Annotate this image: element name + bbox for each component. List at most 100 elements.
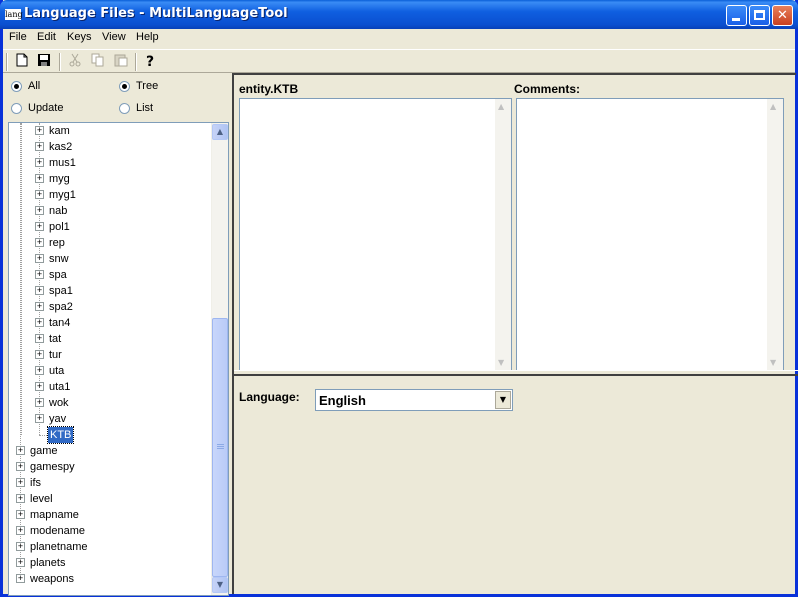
expand-icon[interactable]: + [35,286,44,295]
tree-child-item[interactable]: + kas2 [9,139,209,155]
expand-icon[interactable]: + [35,366,44,375]
radio-all[interactable]: All [11,80,40,92]
expand-icon[interactable]: + [16,494,25,503]
tree-item-label: modename [30,525,86,537]
expand-icon[interactable]: + [35,206,44,215]
new-file-icon[interactable] [13,53,31,71]
expand-icon[interactable]: + [16,462,25,471]
expand-icon[interactable]: + [35,302,44,311]
maximize-button[interactable] [749,5,770,26]
expand-icon[interactable]: + [16,478,25,487]
tree-root-item[interactable]: + level [9,491,209,507]
expand-icon[interactable]: + [16,542,25,551]
radio-list-indicator[interactable] [119,102,130,114]
menu-file[interactable]: File [9,31,27,43]
radio-all-indicator[interactable] [11,80,22,92]
tree-child-item[interactable]: + yav [9,411,209,427]
tree-child-item[interactable]: + nab [9,203,209,219]
minimize-button[interactable] [726,5,747,26]
expand-icon[interactable]: + [16,446,25,455]
cut-icon[interactable] [66,53,84,71]
radio-update-indicator[interactable] [11,102,22,114]
panel-splitter[interactable] [234,370,798,376]
expand-icon[interactable]: + [16,510,25,519]
language-dropdown[interactable]: English ▼ [315,389,513,411]
tree-child-item[interactable]: + tur [9,347,209,363]
tree-child-item[interactable]: + snw [9,251,209,267]
expand-icon[interactable]: + [16,526,25,535]
tree-root-item[interactable]: + weapons [9,571,209,587]
help-icon[interactable]: ? [141,53,159,71]
paste-icon[interactable] [112,53,130,71]
tree-item-label: myg [49,173,70,185]
left-panel: All Update Tree List + kam + kas2 + mus1 + myg +… [5,75,229,596]
tree-child-item[interactable]: + myg [9,171,209,187]
tree-scrollbar[interactable]: ▲ ▼ [211,123,228,595]
toolbar-separator [135,53,137,71]
scroll-down-icon: ▼ [498,358,505,367]
tree-child-item[interactable]: + myg1 [9,187,209,203]
menu-help[interactable]: Help [136,31,159,43]
expand-icon[interactable]: + [35,126,44,135]
tree-child-item[interactable]: + spa2 [9,299,209,315]
save-icon[interactable] [35,53,53,71]
menu-keys[interactable]: Keys [67,31,91,43]
expand-icon[interactable]: + [35,382,44,391]
radio-tree[interactable]: Tree [119,80,158,92]
title-bar[interactable]: lang Language Files - MultiLanguageTool … [0,0,798,29]
tree-root-item[interactable]: + gamespy [9,459,209,475]
expand-icon[interactable]: + [35,254,44,263]
tree-child-item[interactable]: + tat [9,331,209,347]
tree-child-item[interactable]: + spa1 [9,283,209,299]
expand-icon[interactable]: + [35,222,44,231]
tree-child-item[interactable]: + uta [9,363,209,379]
copy-icon[interactable] [89,53,107,71]
scroll-up-button[interactable]: ▲ [212,124,228,140]
tree-item-label: ifs [30,477,41,489]
comments-text-area[interactable]: ▲ ▼ [516,98,784,371]
expand-icon[interactable]: + [35,270,44,279]
radio-list[interactable]: List [119,102,153,114]
expand-icon[interactable]: + [35,334,44,343]
language-tree[interactable]: + kam + kas2 + mus1 + myg + myg1 + nab + pol1 + rep + snw… [8,122,229,596]
expand-icon[interactable]: + [35,174,44,183]
tree-child-item[interactable]: + kam [9,123,209,139]
file-text-area[interactable]: ▲ ▼ [239,98,512,371]
expand-icon[interactable]: + [35,414,44,423]
tree-child-item[interactable]: + tan4 [9,315,209,331]
tree-item-label: mus1 [49,157,76,169]
expand-icon[interactable]: + [16,574,25,583]
tree-child-item[interactable]: + uta1 [9,379,209,395]
tree-child-item[interactable]: + spa [9,267,209,283]
file-text-scrollbar: ▲ ▼ [495,99,511,370]
tree-root-item[interactable]: + game [9,443,209,459]
menu-edit[interactable]: Edit [37,31,56,43]
tree-root-item[interactable]: + planets [9,555,209,571]
expand-icon[interactable]: + [35,142,44,151]
tree-child-item[interactable]: + wok [9,395,209,411]
tree-root-item[interactable]: + mapname [9,507,209,523]
tree-item-label: planetname [30,541,88,553]
tree-root-item[interactable]: + planetname [9,539,209,555]
close-button[interactable]: ✕ [772,5,793,26]
expand-icon[interactable]: + [35,318,44,327]
tree-root-item[interactable]: + modename [9,523,209,539]
expand-icon[interactable]: + [35,190,44,199]
radio-tree-indicator[interactable] [119,80,130,92]
tree-child-item[interactable]: + mus1 [9,155,209,171]
expand-icon[interactable]: + [35,158,44,167]
expand-icon[interactable]: + [35,238,44,247]
tree-child-item[interactable]: + rep [9,235,209,251]
tree-root-item[interactable]: + ifs [9,475,209,491]
chevron-down-icon[interactable]: ▼ [495,391,511,409]
expand-icon[interactable]: + [35,398,44,407]
scroll-thumb[interactable] [212,318,228,577]
radio-update[interactable]: Update [11,102,63,114]
menu-view[interactable]: View [102,31,126,43]
tree-item-selected[interactable]: KTB [9,426,209,444]
tree-child-item[interactable]: + pol1 [9,219,209,235]
expand-icon[interactable]: + [35,350,44,359]
expand-icon[interactable]: + [16,558,25,567]
tree-item-label: tat [49,333,62,345]
scroll-down-button[interactable]: ▼ [212,577,228,593]
